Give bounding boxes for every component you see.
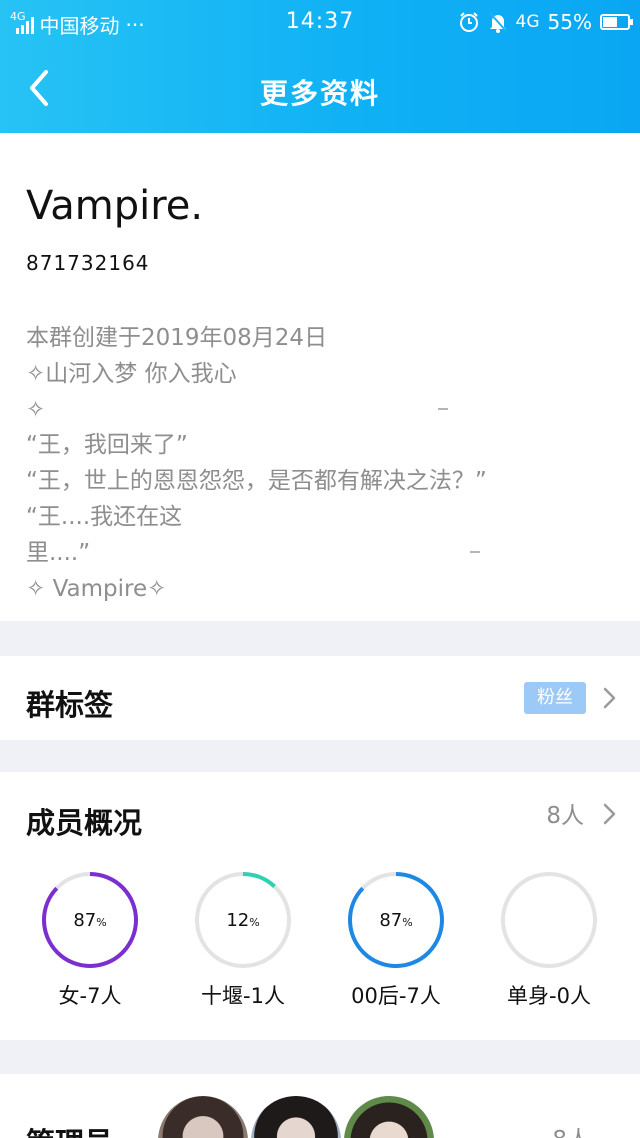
description-line: 本群创建于2019年08月24日 — [26, 325, 328, 351]
stat-label: 十堰-1人 — [201, 984, 285, 1008]
description-line: “王，我回来了” — [26, 432, 188, 459]
description-line: ✧ Vampire✧ — [26, 575, 167, 602]
tag-badge: 粉丝 — [524, 682, 586, 714]
stat-region[interactable]: 12% 十堰-1人 — [173, 870, 313, 1010]
stat-percent: 87% — [379, 910, 413, 931]
battery-percent: 55% — [547, 10, 592, 34]
admin-avatar[interactable] — [344, 1096, 434, 1138]
description-line: 里....” — [26, 536, 586, 572]
stat-percent: 87% — [73, 910, 107, 931]
page-title: 更多资料 — [259, 77, 380, 110]
group-info-card: Vampire. 871732164 本群创建于2019年08月24日 ✧山河入… — [0, 133, 640, 621]
admins-row[interactable]: 管理员 8人 — [0, 1074, 640, 1138]
dash-mark — [438, 407, 448, 410]
header: 4G 中国移动 ··· 14:37 4G 55% 更多资料 — [0, 0, 640, 133]
admin-avatar[interactable] — [158, 1096, 248, 1138]
stat-gender[interactable]: 87% 女-7人 — [20, 870, 160, 1010]
group-id[interactable]: 871732164 — [26, 251, 150, 275]
description-line: “王....我还在这 — [26, 503, 183, 530]
stat-percent: 12% — [226, 910, 260, 931]
stat-label: 单身-0人 — [507, 984, 591, 1008]
admins-title: 管理员 — [26, 1120, 113, 1138]
alarm-icon — [459, 12, 478, 32]
group-tags-row[interactable]: 群标签 粉丝 — [0, 656, 640, 740]
group-description: 本群创建于2019年08月24日 ✧山河入梦 你入我心 ✧ “王，我回来了” “… — [26, 321, 586, 607]
stat-single[interactable]: 单身-0人 — [479, 870, 619, 1010]
battery-icon — [600, 14, 633, 30]
stat-label: 女-7人 — [58, 984, 122, 1008]
stat-age[interactable]: 87% 00后-7人 — [326, 870, 466, 1010]
stat-label: 00后-7人 — [351, 984, 441, 1008]
admin-count: 8人 — [552, 1120, 590, 1138]
member-count[interactable]: 8人 — [546, 796, 584, 830]
members-title: 成员概况 — [26, 806, 143, 840]
chevron-right-icon — [603, 687, 616, 709]
ring-chart — [501, 872, 597, 968]
admin-avatar[interactable] — [251, 1096, 341, 1138]
status-right: 4G 55% — [458, 10, 633, 34]
dash-mark — [470, 550, 480, 553]
tags-title: 群标签 — [26, 688, 114, 722]
chevron-right-icon[interactable] — [602, 802, 618, 826]
status-bar: 4G 中国移动 ··· 14:37 4G 55% — [0, 0, 640, 44]
description-line: ✧山河入梦 你入我心 — [26, 360, 237, 387]
mute-bell-icon — [488, 12, 507, 33]
members-overview-card: 成员概况 8人 87% 女-7人 12% 十堰-1人 87% 00后-7人 单身… — [0, 772, 640, 1040]
network-right: 4G — [515, 12, 540, 32]
description-line: “王，世上的恩恩怨怨，是否都有解决之法？” — [26, 468, 487, 495]
description-line: ✧ — [26, 393, 586, 429]
group-name: Vampire. — [26, 183, 204, 229]
